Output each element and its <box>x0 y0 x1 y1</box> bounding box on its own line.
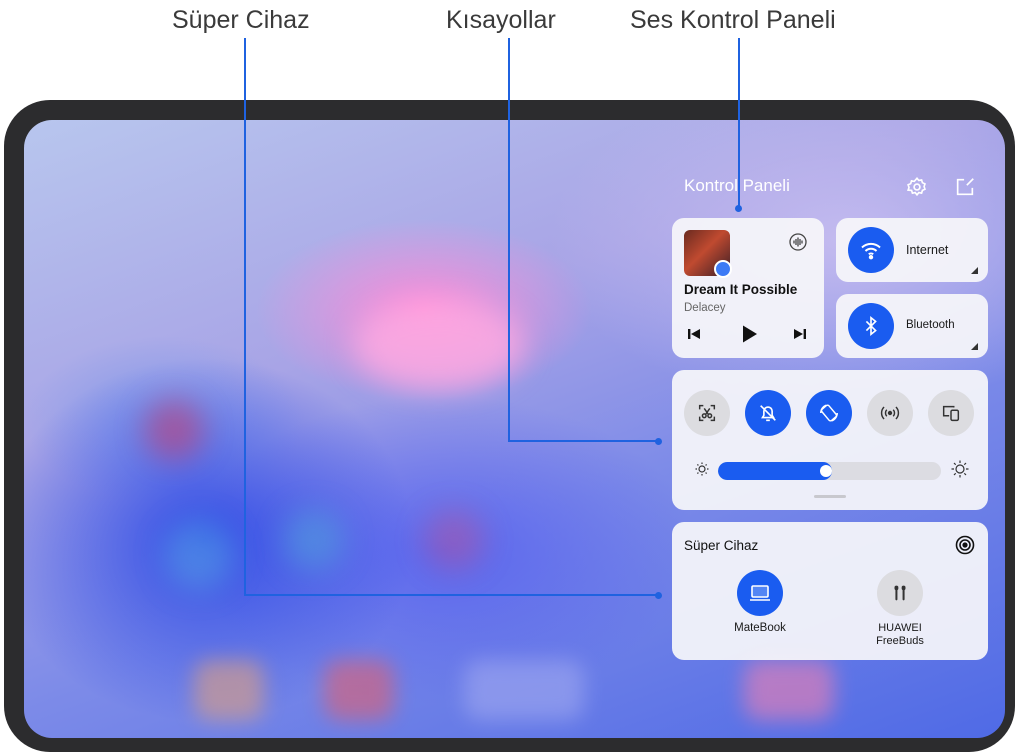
bluetooth-toggle[interactable] <box>848 303 894 349</box>
album-art <box>684 230 732 278</box>
freebuds-device-button[interactable] <box>877 570 923 616</box>
drag-handle[interactable] <box>814 495 846 498</box>
artist-name: Delacey <box>684 302 726 314</box>
matebook-label: MateBook <box>734 622 786 634</box>
super-device-card: Süper Cihaz MateBook HUAWEI FreeBuds <box>672 522 988 660</box>
wifi-icon <box>861 242 881 260</box>
earbuds-icon <box>894 585 906 601</box>
dock-app-blur <box>194 660 264 720</box>
wallpaper-blob <box>284 510 344 570</box>
freebuds-label: HUAWEI FreeBuds <box>858 622 942 648</box>
callout-shortcuts: Kısayollar <box>446 6 556 34</box>
multi-screen-icon <box>942 405 960 422</box>
freebuds-label-line2: FreeBuds <box>876 635 924 647</box>
super-device-title: Süper Cihaz <box>684 538 759 553</box>
dock-app-blur <box>464 660 584 720</box>
bluetooth-label: Bluetooth <box>906 319 955 331</box>
play-icon[interactable] <box>738 323 760 345</box>
brightness-low-icon <box>694 461 710 477</box>
projection-toggle[interactable] <box>928 390 974 436</box>
callout-audio-panel: Ses Kontrol Paneli <box>630 6 836 34</box>
leader-dot <box>655 438 662 445</box>
super-device-scan-icon[interactable] <box>954 534 976 556</box>
dock-app-blur <box>744 660 834 720</box>
previous-icon[interactable] <box>686 326 702 342</box>
leader-dot <box>655 592 662 599</box>
bluetooth-icon <box>865 316 877 336</box>
callout-super-device: Süper Cihaz <box>172 6 310 34</box>
brightness-slider[interactable] <box>718 462 941 480</box>
expand-corner-icon[interactable] <box>971 343 978 350</box>
leader-line <box>508 440 658 442</box>
freebuds-label-line1: HUAWEI <box>878 622 922 634</box>
wifi-toggle[interactable] <box>848 227 894 273</box>
bell-off-icon <box>760 405 776 422</box>
brightness-high-icon <box>950 459 970 479</box>
song-title: Dream It Possible <box>684 282 798 297</box>
screenshot-icon <box>698 404 716 422</box>
expand-corner-icon[interactable] <box>971 267 978 274</box>
bluetooth-tile[interactable]: Bluetooth <box>836 294 988 358</box>
control-panel-title: Kontrol Paneli <box>684 176 790 195</box>
audio-control-card[interactable]: Dream It Possible Delacey <box>672 218 824 358</box>
leader-dot <box>735 205 742 212</box>
hotspot-icon <box>880 406 900 420</box>
screenshot-toggle[interactable] <box>684 390 730 436</box>
audio-output-icon[interactable] <box>788 232 808 252</box>
leader-line <box>244 38 246 596</box>
brightness-knob[interactable] <box>820 465 832 477</box>
brightness-fill <box>718 462 832 480</box>
internet-tile[interactable]: Internet <box>836 218 988 282</box>
silent-toggle[interactable] <box>745 390 791 436</box>
auto-rotate-toggle[interactable] <box>806 390 852 436</box>
wallpaper-blob <box>164 520 234 590</box>
edit-icon[interactable] <box>954 176 976 198</box>
wallpaper-blob <box>144 400 204 460</box>
internet-label: Internet <box>906 243 949 257</box>
hotspot-toggle[interactable] <box>867 390 913 436</box>
settings-icon[interactable] <box>906 176 928 198</box>
music-app-icon <box>714 260 732 278</box>
laptop-icon <box>750 585 770 601</box>
rotate-icon <box>820 404 838 422</box>
wallpaper-blob <box>354 300 524 390</box>
leader-line <box>508 38 510 442</box>
next-icon[interactable] <box>792 326 808 342</box>
matebook-device-button[interactable] <box>737 570 783 616</box>
wallpaper-blob <box>424 510 484 570</box>
shortcuts-card <box>672 370 988 510</box>
dock-app-blur <box>324 660 394 720</box>
leader-line <box>244 594 658 596</box>
